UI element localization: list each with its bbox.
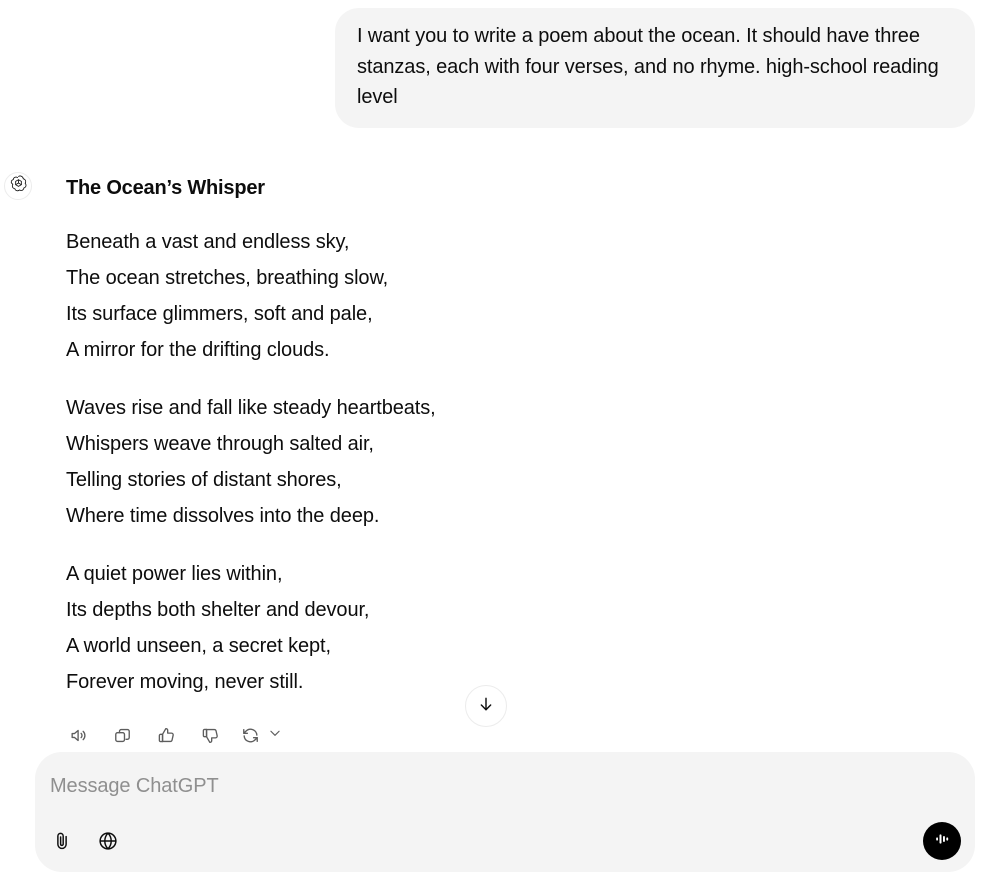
poem-verse: Its depths both shelter and devour, bbox=[66, 599, 370, 621]
assistant-message-content: The Ocean’s Whisper Beneath a vast and e… bbox=[66, 168, 946, 750]
regenerate-button[interactable] bbox=[235, 720, 265, 750]
copy-icon bbox=[113, 726, 132, 745]
poem-title: The Ocean’s Whisper bbox=[66, 177, 265, 199]
scroll-to-bottom-button[interactable] bbox=[465, 685, 507, 727]
poem-verse: Whispers weave through salted air, bbox=[66, 433, 374, 455]
regenerate-group bbox=[235, 720, 285, 750]
arrow-down-icon bbox=[477, 695, 495, 718]
assistant-avatar bbox=[4, 172, 32, 200]
poem-verse: The ocean stretches, breathing slow, bbox=[66, 267, 389, 289]
read-aloud-button[interactable] bbox=[63, 720, 93, 750]
user-message-row: I want you to write a poem about the oce… bbox=[0, 8, 1000, 128]
poem-stanza: Beneath a vast and endless sky, The ocea… bbox=[66, 224, 946, 368]
poem-verse: Where time dissolves into the deep. bbox=[66, 505, 380, 527]
message-input[interactable]: Message ChatGPT bbox=[50, 772, 219, 800]
chevron-down-icon bbox=[268, 726, 282, 745]
poem-verse: Beneath a vast and endless sky, bbox=[66, 231, 350, 253]
poem-stanza: Waves rise and fall like steady heartbea… bbox=[66, 390, 946, 534]
message-actions-toolbar bbox=[63, 720, 946, 750]
poem-verse: A mirror for the drifting clouds. bbox=[66, 339, 330, 361]
good-response-button[interactable] bbox=[151, 720, 181, 750]
poem-verse: A world unseen, a secret kept, bbox=[66, 635, 331, 657]
bad-response-button[interactable] bbox=[195, 720, 225, 750]
poem-verse: A quiet power lies within, bbox=[66, 563, 283, 585]
thumbs-down-icon bbox=[201, 726, 220, 745]
user-message-bubble: I want you to write a poem about the oce… bbox=[335, 8, 975, 128]
voice-mode-button[interactable] bbox=[923, 822, 961, 860]
regenerate-menu-button[interactable] bbox=[265, 720, 285, 750]
globe-icon bbox=[97, 830, 119, 857]
voice-waveform-icon bbox=[932, 829, 952, 854]
attach-file-button[interactable] bbox=[45, 826, 79, 860]
message-composer[interactable]: Message ChatGPT bbox=[35, 752, 975, 872]
poem-verse: Its surface glimmers, soft and pale, bbox=[66, 303, 373, 325]
speaker-icon bbox=[69, 726, 88, 745]
assistant-message-row: The Ocean’s Whisper Beneath a vast and e… bbox=[0, 168, 1000, 750]
paperclip-icon bbox=[51, 830, 73, 857]
copy-button[interactable] bbox=[107, 720, 137, 750]
poem-verse: Telling stories of distant shores, bbox=[66, 469, 342, 491]
poem-verse: Forever moving, never still. bbox=[66, 671, 304, 693]
web-search-button[interactable] bbox=[91, 826, 125, 860]
poem-verse: Waves rise and fall like steady heartbea… bbox=[66, 397, 436, 419]
openai-logo-icon bbox=[9, 174, 28, 198]
refresh-icon bbox=[241, 726, 260, 745]
composer-tools bbox=[45, 826, 125, 860]
poem-stanza: A quiet power lies within, Its depths bo… bbox=[66, 556, 946, 700]
thumbs-up-icon bbox=[157, 726, 176, 745]
